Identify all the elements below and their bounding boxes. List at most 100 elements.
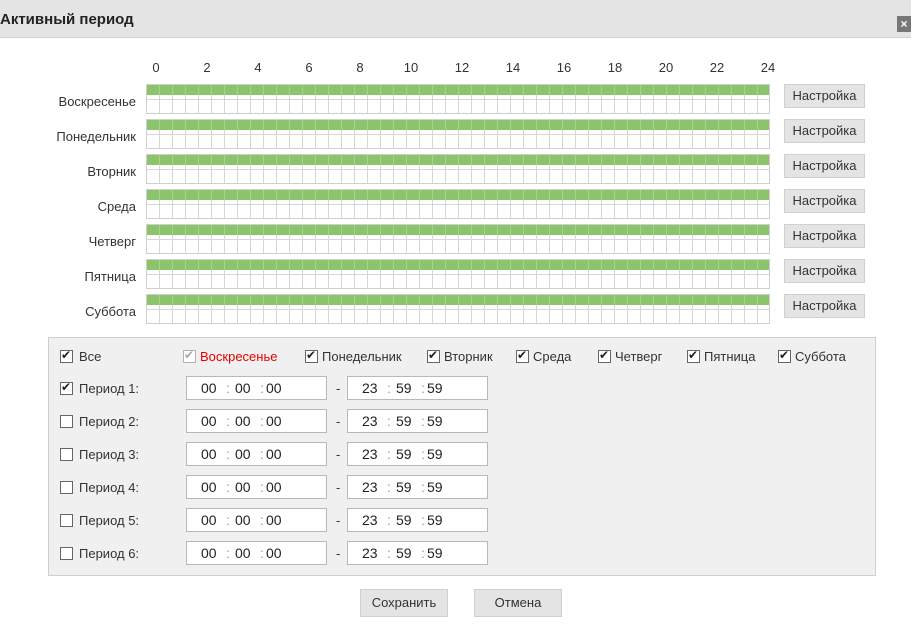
time-separator: : xyxy=(387,380,391,396)
time-separator: : xyxy=(226,479,230,495)
time-value[interactable]: 23 xyxy=(362,479,378,495)
close-icon[interactable]: × xyxy=(897,16,911,32)
time-value[interactable]: 59 xyxy=(427,545,443,561)
time-value[interactable]: 59 xyxy=(427,446,443,462)
time-value[interactable]: 59 xyxy=(427,413,443,429)
time-value[interactable]: 23 xyxy=(362,380,378,396)
time-value[interactable]: 59 xyxy=(427,380,443,396)
time-value[interactable]: 00 xyxy=(266,380,282,396)
checkbox-all[interactable] xyxy=(60,348,73,363)
setup-button[interactable]: Настройка xyxy=(784,224,865,248)
day-timeline[interactable] xyxy=(146,259,770,289)
time-value[interactable]: 00 xyxy=(266,545,282,561)
time-value[interactable]: 00 xyxy=(201,512,217,528)
period-end-time[interactable]: 23:59:59 xyxy=(347,376,488,400)
time-value[interactable]: 59 xyxy=(427,479,443,495)
day-timeline[interactable] xyxy=(146,154,770,184)
checkbox-day[interactable] xyxy=(516,348,529,363)
day-name: Вторник xyxy=(87,164,136,179)
time-value[interactable]: 00 xyxy=(266,413,282,429)
setup-button[interactable]: Настройка xyxy=(784,259,865,283)
time-value[interactable]: 00 xyxy=(235,545,251,561)
period-checkbox[interactable] xyxy=(60,481,73,494)
time-value[interactable]: 59 xyxy=(396,512,412,528)
time-value[interactable]: 59 xyxy=(396,380,412,396)
time-value[interactable]: 00 xyxy=(266,446,282,462)
time-value[interactable]: 23 xyxy=(362,446,378,462)
period-start-time[interactable]: 00:00:00 xyxy=(186,442,327,466)
period-checkbox[interactable] xyxy=(60,448,73,461)
active-time-bar[interactable] xyxy=(147,260,769,270)
day-timeline[interactable] xyxy=(146,224,770,254)
hour-label: 0 xyxy=(152,60,160,75)
checkbox-day-label: Среда xyxy=(533,349,572,364)
time-value[interactable]: 00 xyxy=(266,512,282,528)
active-time-bar[interactable] xyxy=(147,155,769,165)
checkbox-day[interactable] xyxy=(598,348,611,363)
time-value[interactable]: 00 xyxy=(201,479,217,495)
setup-button[interactable]: Настройка xyxy=(784,154,865,178)
day-row: Четверг Настройка xyxy=(0,222,900,257)
time-value[interactable]: 59 xyxy=(396,545,412,561)
setup-button[interactable]: Настройка xyxy=(784,189,865,213)
active-time-bar[interactable] xyxy=(147,225,769,235)
time-value[interactable]: 00 xyxy=(235,413,251,429)
time-separator: : xyxy=(260,479,264,495)
day-row: Среда Настройка xyxy=(0,187,900,222)
period-checkbox[interactable] xyxy=(60,514,73,527)
time-value[interactable]: 00 xyxy=(235,380,251,396)
active-time-bar[interactable] xyxy=(147,85,769,95)
active-time-bar[interactable] xyxy=(147,295,769,305)
time-value[interactable]: 00 xyxy=(235,446,251,462)
checkbox-day xyxy=(183,348,196,363)
period-end-time[interactable]: 23:59:59 xyxy=(347,409,488,433)
setup-button[interactable]: Настройка xyxy=(784,119,865,143)
period-checkbox[interactable] xyxy=(60,415,73,428)
time-value[interactable]: 00 xyxy=(201,446,217,462)
time-value[interactable]: 59 xyxy=(427,512,443,528)
time-value[interactable]: 59 xyxy=(396,446,412,462)
day-timeline[interactable] xyxy=(146,189,770,219)
checkbox-day[interactable] xyxy=(687,348,700,363)
active-time-bar[interactable] xyxy=(147,190,769,200)
period-end-time[interactable]: 23:59:59 xyxy=(347,475,488,499)
time-value[interactable]: 23 xyxy=(362,413,378,429)
active-time-bar[interactable] xyxy=(147,120,769,130)
time-value[interactable]: 23 xyxy=(362,545,378,561)
cancel-button[interactable]: Отмена xyxy=(474,589,562,617)
period-dash: - xyxy=(336,480,341,495)
period-start-time[interactable]: 00:00:00 xyxy=(186,475,327,499)
period-end-time[interactable]: 23:59:59 xyxy=(347,508,488,532)
time-separator: : xyxy=(387,479,391,495)
period-start-time[interactable]: 00:00:00 xyxy=(186,541,327,565)
day-timeline[interactable] xyxy=(146,294,770,324)
setup-button[interactable]: Настройка xyxy=(784,84,865,108)
save-button[interactable]: Сохранить xyxy=(360,589,448,617)
checkbox-day[interactable] xyxy=(427,348,440,363)
time-value[interactable]: 00 xyxy=(201,380,217,396)
checkbox-day-label: Воскресенье xyxy=(200,349,278,364)
period-start-time[interactable]: 00:00:00 xyxy=(186,376,327,400)
period-start-time[interactable]: 00:00:00 xyxy=(186,409,327,433)
period-checkbox[interactable] xyxy=(60,380,73,395)
time-value[interactable]: 00 xyxy=(235,512,251,528)
period-end-time[interactable]: 23:59:59 xyxy=(347,541,488,565)
setup-button[interactable]: Настройка xyxy=(784,294,865,318)
day-timeline[interactable] xyxy=(146,84,770,114)
time-value[interactable]: 00 xyxy=(235,479,251,495)
period-end-time[interactable]: 23:59:59 xyxy=(347,442,488,466)
checkbox-day[interactable] xyxy=(305,348,318,363)
time-value[interactable]: 00 xyxy=(201,413,217,429)
day-timeline[interactable] xyxy=(146,119,770,149)
checkbox-day[interactable] xyxy=(778,348,791,363)
time-value[interactable]: 59 xyxy=(396,479,412,495)
checkbox-day-label: Четверг xyxy=(615,349,663,364)
time-value[interactable]: 00 xyxy=(201,545,217,561)
time-value[interactable]: 00 xyxy=(266,479,282,495)
period-start-time[interactable]: 00:00:00 xyxy=(186,508,327,532)
time-value[interactable]: 23 xyxy=(362,512,378,528)
period-checkbox[interactable] xyxy=(60,547,73,560)
time-separator: : xyxy=(226,380,230,396)
time-value[interactable]: 59 xyxy=(396,413,412,429)
day-row: Понедельник Настройка xyxy=(0,117,900,152)
